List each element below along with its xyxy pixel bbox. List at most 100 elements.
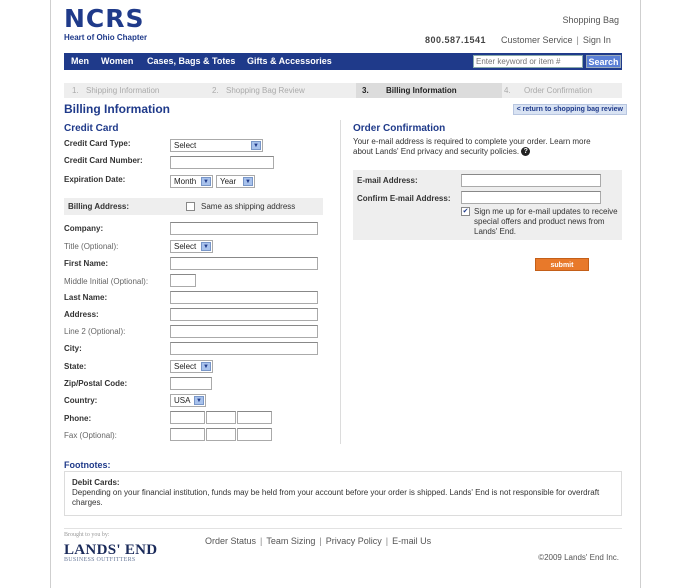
first-name-label: First Name: [64,259,109,268]
checkout-steps: 1. Shipping Information 2. Shopping Bag … [64,83,622,98]
confirm-email-input[interactable] [461,191,601,204]
chevron-down-icon: ▼ [201,362,211,371]
separator: | [319,536,322,546]
debit-cards-text: Depending on your financial institution,… [72,488,600,507]
card-type-select[interactable]: Select ▼ [170,139,263,152]
footnotes-heading: Footnotes: [64,460,111,470]
zip-label: Zip/Postal Code: [64,379,128,388]
company-input[interactable] [170,222,318,235]
email-label: E-mail Address: [357,176,418,185]
phone-number: 800.587.1541 [425,35,487,45]
debit-cards-heading: Debit Cards: [72,478,120,487]
state-value: Select [174,362,197,371]
address-input[interactable] [170,308,318,321]
nav-cases-bags-totes[interactable]: Cases, Bags & Totes [147,56,235,66]
fax-line-input[interactable] [237,428,272,441]
first-name-input[interactable] [170,257,318,270]
card-type-value: Select [174,141,197,150]
card-number-input[interactable] [170,156,274,169]
email-input[interactable] [461,174,601,187]
email-us-link[interactable]: E-mail Us [392,536,431,546]
country-label: Country: [64,396,98,405]
title-label: Title (Optional): [64,242,119,251]
nav-gifts-accessories[interactable]: Gifts & Accessories [247,56,332,66]
email-signup-checkbox[interactable]: ✔ [461,207,470,216]
chevron-down-icon: ▼ [194,396,204,405]
credit-card-heading: Credit Card [64,123,119,134]
separator: | [576,35,579,45]
country-select[interactable]: USA ▼ [170,394,206,407]
nav-men[interactable]: Men [71,56,89,66]
email-box: E-mail Address: Confirm E-mail Address: … [353,170,622,240]
ncrs-logo[interactable]: NCRS [64,6,145,31]
search-input[interactable] [473,55,583,68]
fax-area-input[interactable] [170,428,205,441]
fax-prefix-input[interactable] [206,428,236,441]
phone-prefix-input[interactable] [206,411,236,424]
confirm-email-label: Confirm E-mail Address: [357,194,451,203]
last-name-label: Last Name: [64,293,108,302]
footnotes-box: Debit Cards: Depending on your financial… [64,471,622,516]
brought-by-text: Brought to you by: [64,532,110,538]
team-sizing-link[interactable]: Team Sizing [266,536,315,546]
step-order-confirmation: Order Confirmation [524,86,593,95]
expiration-label: Expiration Date: [64,175,126,184]
step-2-num: 2. [212,86,219,95]
line2-input[interactable] [170,325,318,338]
city-input[interactable] [170,342,318,355]
footer-divider [64,528,622,529]
shopping-bag-link[interactable]: Shopping Bag [562,15,619,25]
month-select[interactable]: Month ▼ [170,175,213,188]
privacy-policy-link[interactable]: Privacy Policy [326,536,382,546]
copyright: ©2009 Lands' End Inc. [538,553,619,562]
zip-input[interactable] [170,377,212,390]
middle-initial-input[interactable] [170,274,196,287]
same-as-shipping-checkbox[interactable] [186,202,195,211]
order-confirmation-description: Your e-mail address is required to compl… [353,137,608,157]
search-button[interactable]: Search [586,55,621,68]
return-to-bag-link[interactable]: < return to shopping bag review [512,104,627,115]
main-nav: Men Women Cases, Bags & Totes Gifts & Ac… [64,53,622,70]
chevron-down-icon: ▼ [201,242,211,251]
address-label: Address: [64,310,99,319]
middle-initial-label: Middle Initial (Optional): [64,277,149,286]
sign-in-link[interactable]: Sign In [583,35,611,45]
state-select[interactable]: Select ▼ [170,360,213,373]
help-icon[interactable]: ? [521,147,531,157]
nav-women[interactable]: Women [101,56,133,66]
page-title: Billing Information [64,102,170,116]
step-3-num: 3. [362,86,369,95]
billing-address-row: Billing Address: Same as shipping addres… [64,198,323,215]
order-confirmation-heading: Order Confirmation [353,123,446,134]
title-select[interactable]: Select ▼ [170,240,213,253]
step-shopping-bag-review[interactable]: Shopping Bag Review [226,86,305,95]
separator: | [385,536,389,546]
order-status-link[interactable]: Order Status [205,536,256,546]
step-shipping-information[interactable]: Shipping Information [86,86,159,95]
line2-label: Line 2 (Optional): [64,327,126,336]
year-select[interactable]: Year ▼ [216,175,255,188]
card-number-label: Credit Card Number: [64,156,143,165]
state-label: State: [64,362,87,371]
customer-service-link[interactable]: Customer Service [501,35,573,45]
email-signup-label: Sign me up for e-mail updates to receive… [474,207,618,236]
phone-line-input[interactable] [237,411,272,424]
company-label: Company: [64,224,104,233]
column-divider [340,120,341,444]
month-value: Month [174,177,197,186]
top-links: Customer Service | Sign In [501,35,611,45]
billing-address-label: Billing Address: [68,202,130,211]
same-as-shipping-label: Same as shipping address [201,202,296,211]
phone-area-input[interactable] [170,411,205,424]
chevron-down-icon: ▼ [243,177,253,186]
step-4-num: 4. [504,86,511,95]
business-outfitters-text: BUSINESS OUTFITTERS [64,557,136,563]
submit-button[interactable]: submit [535,258,589,271]
page-frame: NCRS Heart of Ohio Chapter Shopping Bag … [50,0,641,588]
city-label: City: [64,344,82,353]
separator: | [260,536,263,546]
year-value: Year [220,177,237,186]
chevron-down-icon: ▼ [251,141,261,150]
step-1-num: 1. [72,86,79,95]
last-name-input[interactable] [170,291,318,304]
